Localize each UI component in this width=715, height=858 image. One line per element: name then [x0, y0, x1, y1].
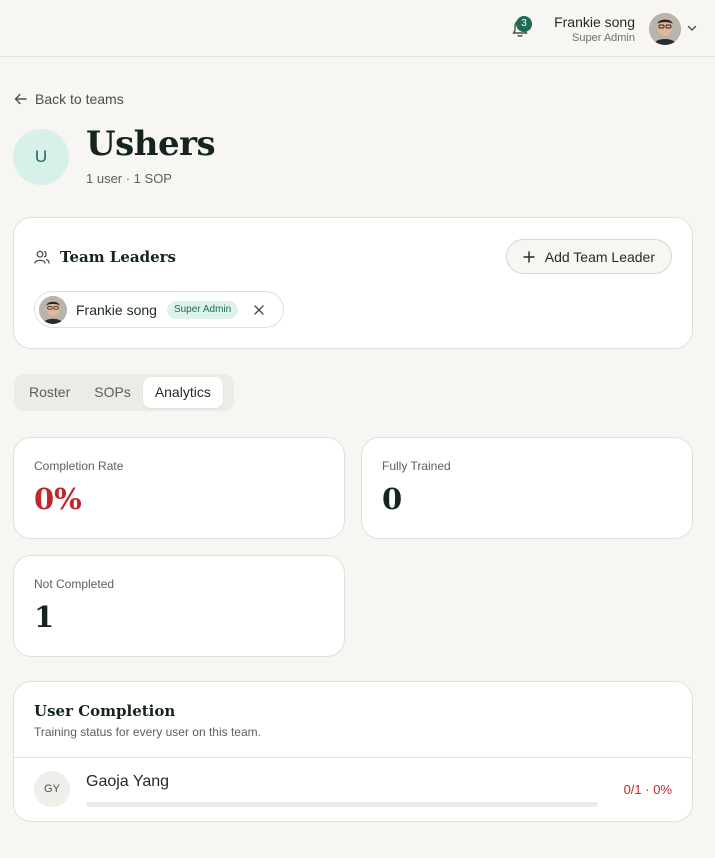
- tab-analytics[interactable]: Analytics: [142, 377, 223, 408]
- arrow-left-icon: [14, 93, 27, 105]
- leader-avatar-image: [39, 295, 67, 324]
- completion-score: 0/1 · 0%: [623, 782, 672, 797]
- plus-icon: [523, 250, 535, 263]
- fully-trained-card: Fully Trained 0: [361, 437, 693, 539]
- stat-label: Completion Rate: [34, 459, 124, 473]
- stat-label: Not Completed: [34, 577, 115, 591]
- user-completion-subtitle: Training status for every user on this t…: [34, 725, 261, 739]
- user-completion-card: User Completion Training status for ever…: [13, 681, 693, 822]
- user-avatar-image: [649, 13, 681, 45]
- table-row[interactable]: GY Gaoja Yang 0/1 · 0%: [14, 758, 692, 821]
- chevron-down-icon[interactable]: [686, 22, 698, 34]
- leader-name: Frankie song: [76, 301, 157, 318]
- user-name[interactable]: Frankie song: [554, 14, 635, 30]
- user-role: Super Admin: [572, 32, 635, 44]
- avatar[interactable]: [649, 13, 681, 45]
- team-leaders-header: Team Leaders: [34, 248, 176, 266]
- avatar: [39, 295, 67, 324]
- stat-value: 1: [34, 600, 55, 634]
- role-badge: Super Admin: [166, 300, 239, 319]
- tab-sops[interactable]: SOPs: [82, 377, 143, 408]
- not-completed-card: Not Completed 1: [13, 555, 345, 657]
- user-name: Gaoja Yang: [86, 773, 170, 790]
- team-leader-chip: Frankie song Super Admin: [34, 291, 284, 328]
- team-leaders-card: Team Leaders Add Team Leader Frankie son…: [13, 217, 693, 349]
- user-completion-title: User Completion: [34, 702, 176, 720]
- completion-rate-card: Completion Rate 0%: [13, 437, 345, 539]
- stat-value: 0%: [34, 482, 82, 516]
- page-title: Ushers: [86, 124, 216, 164]
- tab-bar: Roster SOPs Analytics: [14, 374, 234, 411]
- team-leaders-title: Team Leaders: [60, 248, 176, 266]
- stat-label: Fully Trained: [382, 459, 451, 473]
- progress-bar: [86, 802, 598, 807]
- add-team-leader-button[interactable]: Add Team Leader: [505, 239, 672, 274]
- team-avatar: U: [13, 129, 69, 185]
- top-bar: 3 Frankie song Super Admin: [0, 0, 715, 57]
- avatar: GY: [34, 771, 70, 807]
- back-to-teams-link[interactable]: Back to teams: [14, 90, 124, 108]
- add-team-leader-label: Add Team Leader: [544, 248, 655, 265]
- users-icon: [34, 250, 50, 264]
- stat-value: 0: [382, 482, 403, 516]
- team-meta: 1 user · 1 SOP: [86, 171, 172, 186]
- notification-count-badge: 3: [516, 16, 532, 32]
- close-icon[interactable]: [252, 303, 266, 317]
- tab-roster[interactable]: Roster: [17, 377, 82, 408]
- back-label: Back to teams: [35, 91, 124, 107]
